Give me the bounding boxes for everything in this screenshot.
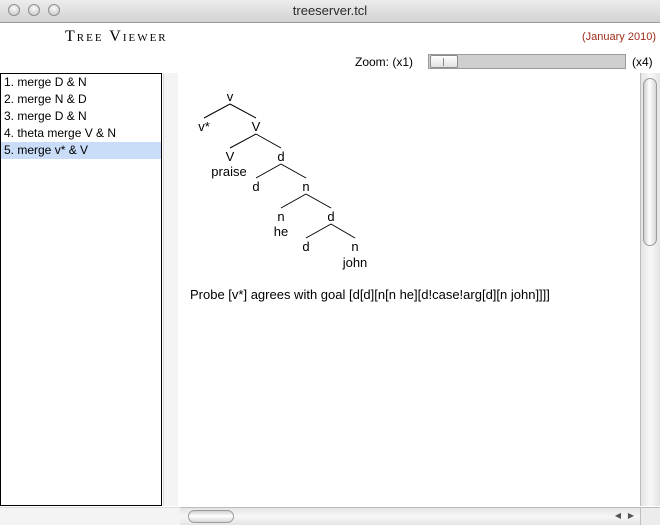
tree-node-label: v* [198,119,210,134]
tree-edge [305,193,332,209]
tree-node-label: v [226,89,234,104]
tree-edge [280,163,307,179]
tree-leaf-word: praise [211,164,247,179]
tree-node-label: d [252,179,260,194]
tree-edge [330,223,356,239]
tree-node-label: d [302,239,310,254]
tree-edge [229,133,257,149]
scroll-left-arrow-icon[interactable]: ◀ [612,510,624,522]
tree-edge [203,103,231,119]
tree-leaf-word: he [273,224,289,239]
tree-node-label: d [277,149,285,164]
tree-leaf-word: john [342,255,368,270]
tree-node-label: n [302,179,310,194]
scroll-corner [640,507,660,525]
tree-node-label: n [277,209,285,224]
tree-edge [229,103,257,119]
tree-edge [255,133,282,149]
tree-edge [280,193,307,209]
horizontal-scroll-thumb[interactable] [188,510,234,523]
tree-node-label: V [225,149,235,164]
horizontal-scrollbar[interactable] [180,507,640,525]
tree-edges [203,103,356,239]
tree-edge [255,163,282,179]
tree-node-label: n [351,239,359,254]
tree-node-label: d [327,209,335,224]
scroll-right-arrow-icon[interactable]: ▶ [625,510,637,522]
vertical-scroll-thumb[interactable] [643,78,657,246]
agreement-message: Probe [v*] agrees with goal [d[d][n[n he… [190,287,550,302]
tree-edge [305,223,332,239]
tree-node-label: V [251,119,261,134]
